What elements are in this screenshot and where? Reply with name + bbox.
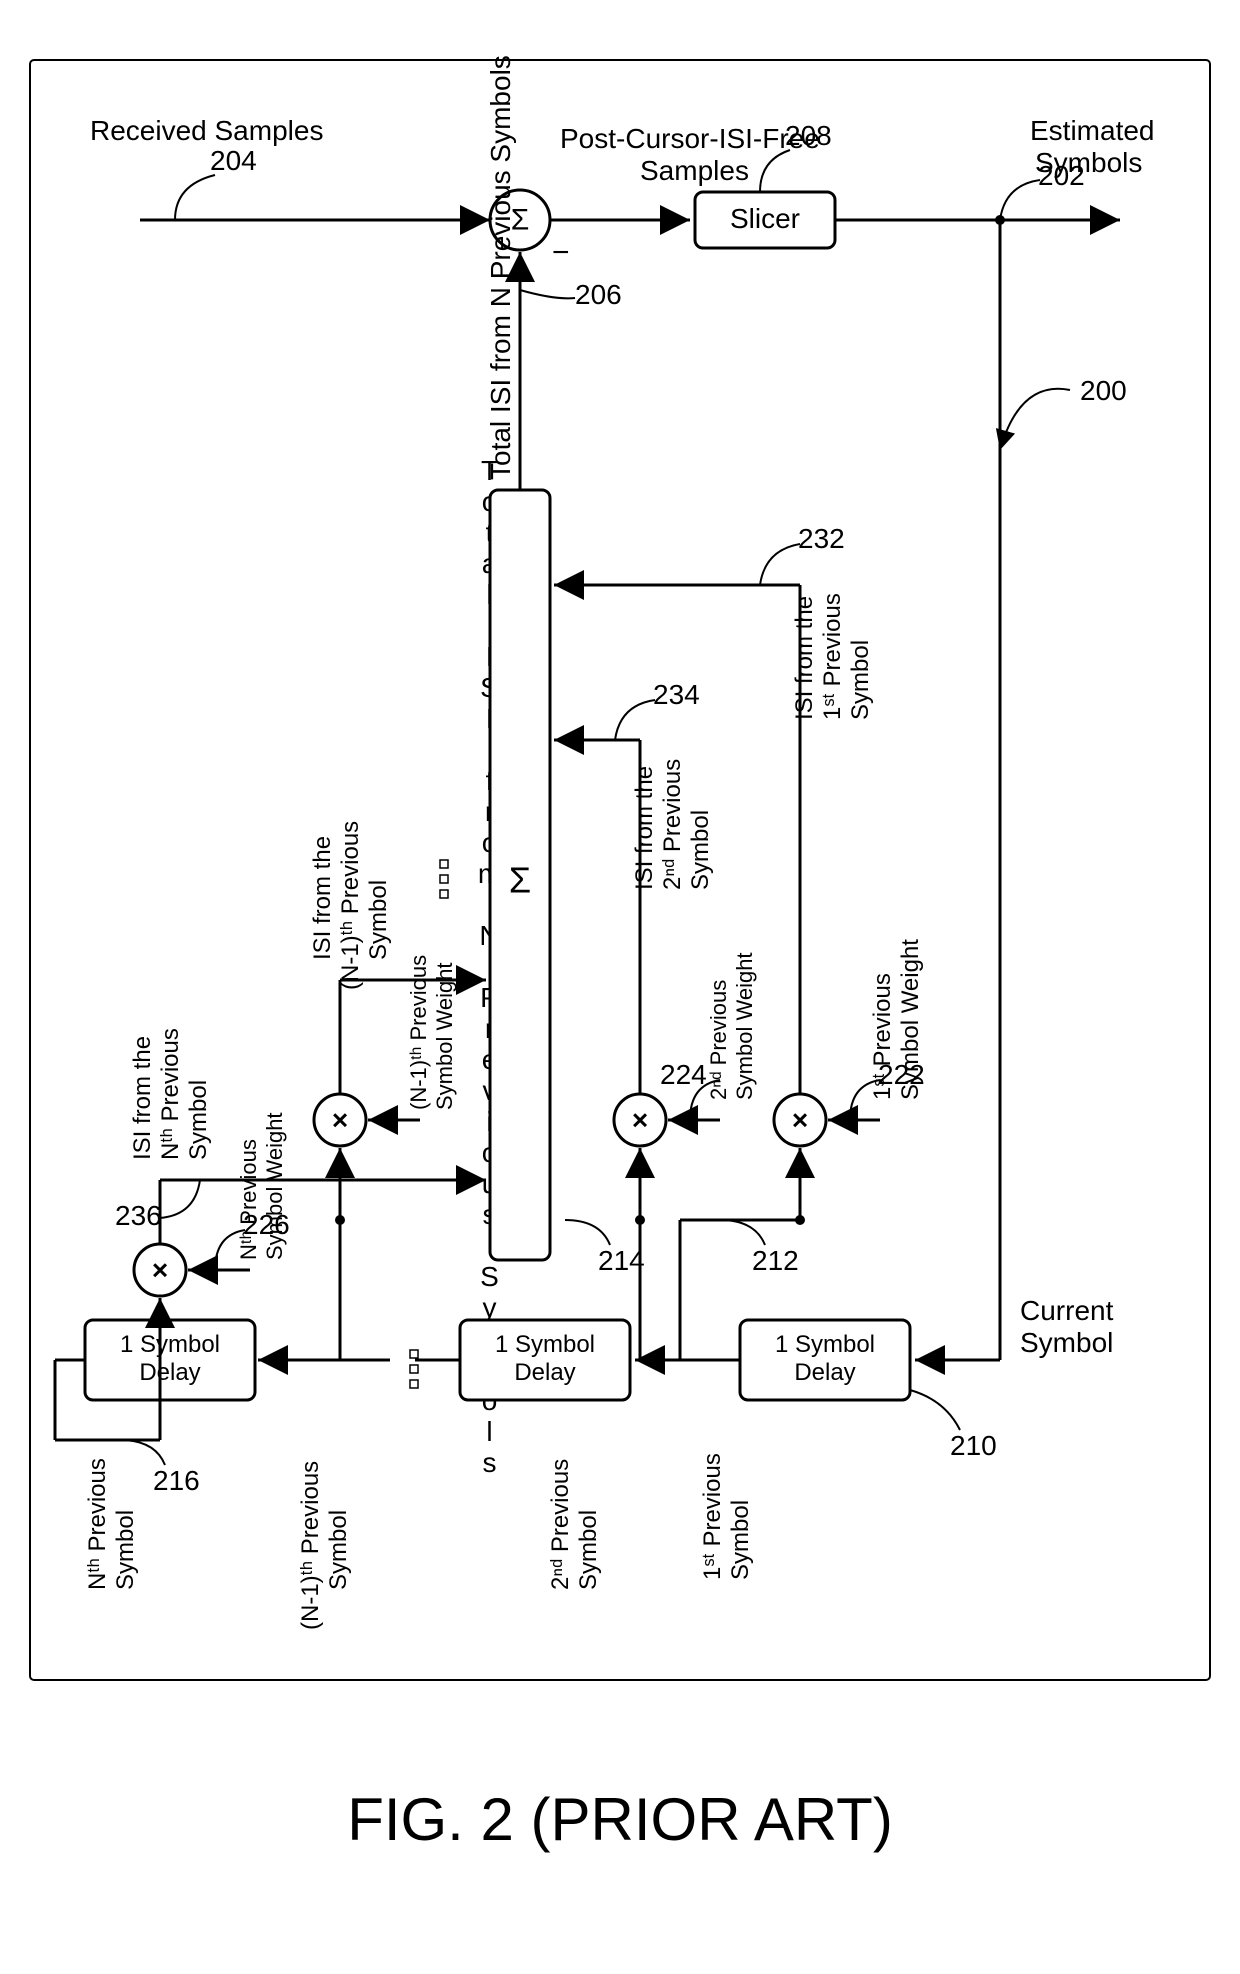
ref-226: 226	[243, 1209, 290, 1240]
svg-text:Nᵗʰ PreviousSymbol: Nᵗʰ PreviousSymbol	[84, 1458, 139, 1590]
svg-text:ISI from the2ⁿᵈ PreviousSymbol: ISI from the2ⁿᵈ PreviousSymbol	[631, 759, 714, 890]
svg-text:ISI from the1ˢᵗ PreviousSymbol: ISI from the1ˢᵗ PreviousSymbol	[791, 593, 874, 720]
ref-206: 206	[575, 279, 622, 310]
svg-text:Total ISI from N Previous Symb: Total ISI from N Previous Symbols	[485, 55, 516, 480]
slicer-label: Slicer	[730, 203, 800, 234]
ref-234: 234	[653, 679, 700, 710]
current-symbol-label: CurrentSymbol	[1020, 1295, 1114, 1358]
figure-caption: FIG. 2 (PRIOR ART)	[347, 1786, 893, 1853]
ref-200: 200	[1080, 375, 1127, 406]
svg-text:×: ×	[332, 1105, 348, 1136]
ref-210: 210	[950, 1430, 997, 1461]
ref-222: 222	[878, 1059, 925, 1090]
svg-text:ISI from the(N-1)ᵗʰ PreviousSy: ISI from the(N-1)ᵗʰ PreviousSymbol	[309, 821, 392, 990]
svg-text:(N-1)ᵗʰ PreviousSymbol Weight: (N-1)ᵗʰ PreviousSymbol Weight	[406, 955, 457, 1110]
svg-text:2ⁿᵈ PreviousSymbol: 2ⁿᵈ PreviousSymbol	[547, 1459, 602, 1590]
tap-nm1: ISI from the(N-1)ᵗʰ PreviousSymbol × (N-…	[258, 821, 486, 1630]
ref-224: 224	[660, 1059, 707, 1090]
ref-232: 232	[798, 523, 845, 554]
ref-208: 208	[785, 120, 832, 151]
svg-text:(N-1)ᵗʰ PreviousSymbol: (N-1)ᵗʰ PreviousSymbol	[297, 1461, 352, 1630]
tap-nth: ISI from theNᵗʰ PreviousSymbol × Nᵗʰ Pre…	[55, 1028, 486, 1590]
ref-202: 202	[1038, 160, 1085, 191]
ref-214: 214	[598, 1245, 645, 1276]
ellipsis-bottom	[410, 1350, 418, 1388]
ref-236: 236	[115, 1200, 162, 1231]
svg-text:1ˢᵗ PreviousSymbol: 1ˢᵗ PreviousSymbol	[699, 1453, 754, 1580]
ref-216: 216	[153, 1465, 200, 1496]
ref-204: 204	[210, 145, 257, 176]
ellipsis-top	[440, 860, 448, 898]
svg-text:−: −	[552, 236, 570, 269]
svg-text:×: ×	[632, 1105, 648, 1136]
ref-212: 212	[752, 1245, 799, 1276]
received-samples-label: Received Samples	[90, 115, 323, 146]
svg-text:2ⁿᵈ PreviousSymbol Weight: 2ⁿᵈ PreviousSymbol Weight	[706, 952, 757, 1100]
svg-text:×: ×	[152, 1255, 168, 1286]
svg-text:ISI from theNᵗʰ PreviousSymbol: ISI from theNᵗʰ PreviousSymbol	[129, 1028, 212, 1160]
svg-text:Σ: Σ	[509, 860, 531, 901]
svg-text:×: ×	[792, 1105, 808, 1136]
